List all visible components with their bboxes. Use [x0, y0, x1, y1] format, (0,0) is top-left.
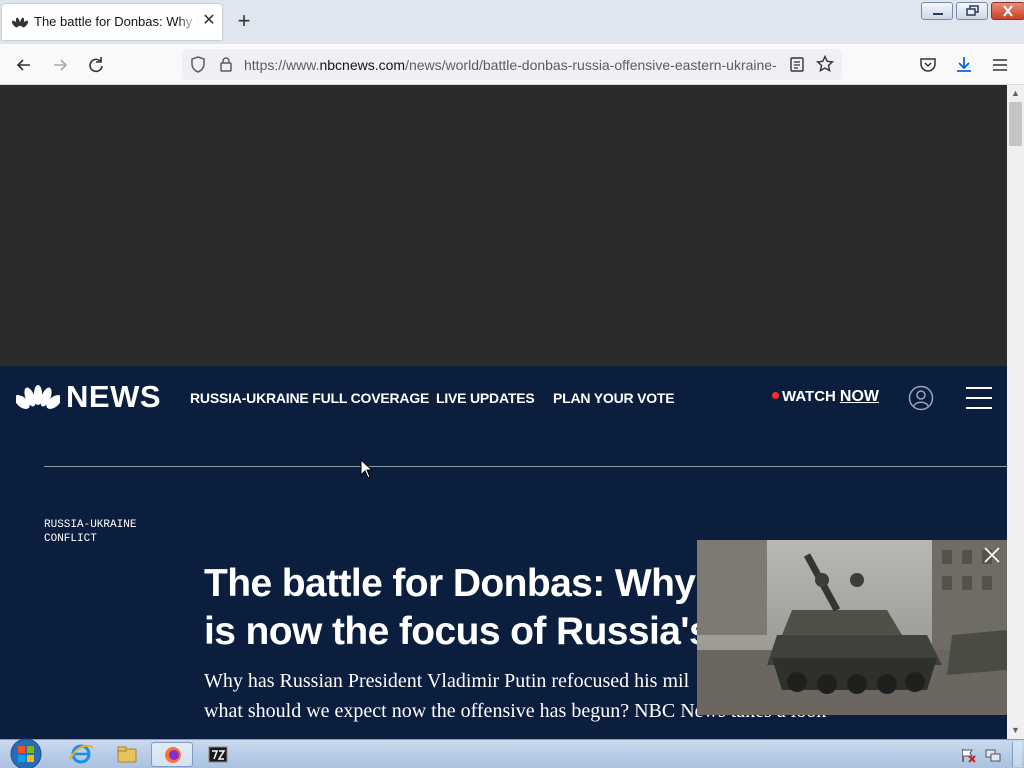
browser-tab[interactable]: The battle for Donbas: Why Putin ✕: [2, 4, 222, 40]
watch-label: WATCH: [782, 388, 836, 405]
close-icon: [1003, 5, 1013, 17]
browser-toolbar: https://www.nbcnews.com/news/world/battl…: [0, 44, 1024, 85]
address-bar[interactable]: https://www.nbcnews.com/news/world/battl…: [182, 49, 842, 80]
new-tab-button[interactable]: +: [234, 10, 254, 32]
nbc-peacock-logo-icon: [16, 385, 60, 409]
back-arrow-icon[interactable]: [13, 54, 35, 76]
reload-icon[interactable]: [85, 54, 107, 76]
minimize-icon: [933, 13, 943, 15]
taskbar-file-explorer[interactable]: [106, 742, 148, 767]
tab-title: The battle for Donbas: Why Putin: [34, 14, 198, 29]
folder-icon: [117, 746, 137, 763]
nav-russia-ukraine-coverage[interactable]: RUSSIA-UKRAINE FULL COVERAGE: [190, 390, 429, 406]
windows-start-button[interactable]: [8, 738, 44, 768]
floating-video-player[interactable]: [697, 540, 1007, 715]
hamburger-menu-icon[interactable]: [966, 386, 992, 410]
shield-icon[interactable]: [190, 56, 206, 73]
tab-title-fade: [178, 10, 198, 34]
bookmark-star-icon[interactable]: [816, 55, 834, 73]
7zip-icon: [208, 746, 228, 763]
network-icon[interactable]: [985, 747, 1001, 763]
nbc-peacock-icon: [12, 17, 28, 28]
internet-explorer-icon: [69, 744, 94, 764]
site-header: NEWS RUSSIA-UKRAINE FULL COVERAGE LIVE U…: [0, 366, 1007, 432]
window-controls: [921, 2, 1024, 22]
watch-now-label: NOW: [839, 388, 879, 405]
tab-close-icon[interactable]: ✕: [200, 12, 218, 30]
web-page: NEWS RUSSIA-UKRAINE FULL COVERAGE LIVE U…: [0, 85, 1007, 739]
url-path: /news/world/battle-donbas-russia-offensi…: [405, 57, 777, 73]
action-center-flag-icon[interactable]: [960, 747, 976, 763]
taskbar-firefox[interactable]: [151, 742, 193, 767]
restore-button[interactable]: [956, 2, 988, 20]
logo-text: NEWS: [66, 379, 161, 414]
taskbar-7zip[interactable]: [197, 742, 239, 767]
show-desktop-button[interactable]: [1012, 742, 1022, 767]
forward-arrow-icon[interactable]: [49, 54, 71, 76]
minimize-button[interactable]: [921, 2, 953, 20]
menu-icon[interactable]: [989, 54, 1011, 76]
url-host: nbcnews.com: [319, 57, 406, 73]
mouse-cursor-icon: [360, 459, 374, 479]
restore-icon: [966, 5, 979, 16]
video-thumbnail-tank-image: [697, 540, 1007, 715]
watch-now-button[interactable]: WATCH NOW: [772, 388, 879, 406]
close-video-icon[interactable]: [983, 546, 1001, 564]
windows-taskbar: [0, 738, 1024, 768]
downloads-icon[interactable]: [953, 54, 975, 76]
reader-view-icon[interactable]: [789, 56, 805, 73]
pocket-icon[interactable]: [917, 54, 939, 76]
browser-tab-bar: The battle for Donbas: Why Putin ✕ +: [0, 0, 1024, 44]
page-scrollbar[interactable]: ▲ ▼: [1007, 85, 1024, 739]
url-text[interactable]: https://www.nbcnews.com/news/world/battl…: [244, 57, 782, 73]
taskbar-internet-explorer[interactable]: [60, 742, 102, 767]
account-icon[interactable]: [908, 385, 934, 411]
article-kicker[interactable]: RUSSIA-UKRAINE CONFLICT: [44, 518, 184, 546]
nav-plan-your-vote[interactable]: PLAN YOUR VOTE: [553, 390, 675, 406]
lock-icon[interactable]: [218, 56, 234, 73]
scroll-down-arrow-icon[interactable]: ▼: [1007, 722, 1024, 739]
firefox-icon: [165, 747, 181, 763]
close-window-button[interactable]: [991, 2, 1024, 20]
ad-placeholder: [0, 85, 1007, 366]
scroll-up-arrow-icon[interactable]: ▲: [1007, 85, 1024, 102]
live-dot-icon: [772, 392, 779, 399]
header-divider: [44, 466, 1007, 467]
nav-live-updates[interactable]: LIVE UPDATES: [436, 390, 535, 406]
scroll-thumb[interactable]: [1009, 102, 1022, 146]
url-prefix: https://www.: [244, 57, 320, 73]
